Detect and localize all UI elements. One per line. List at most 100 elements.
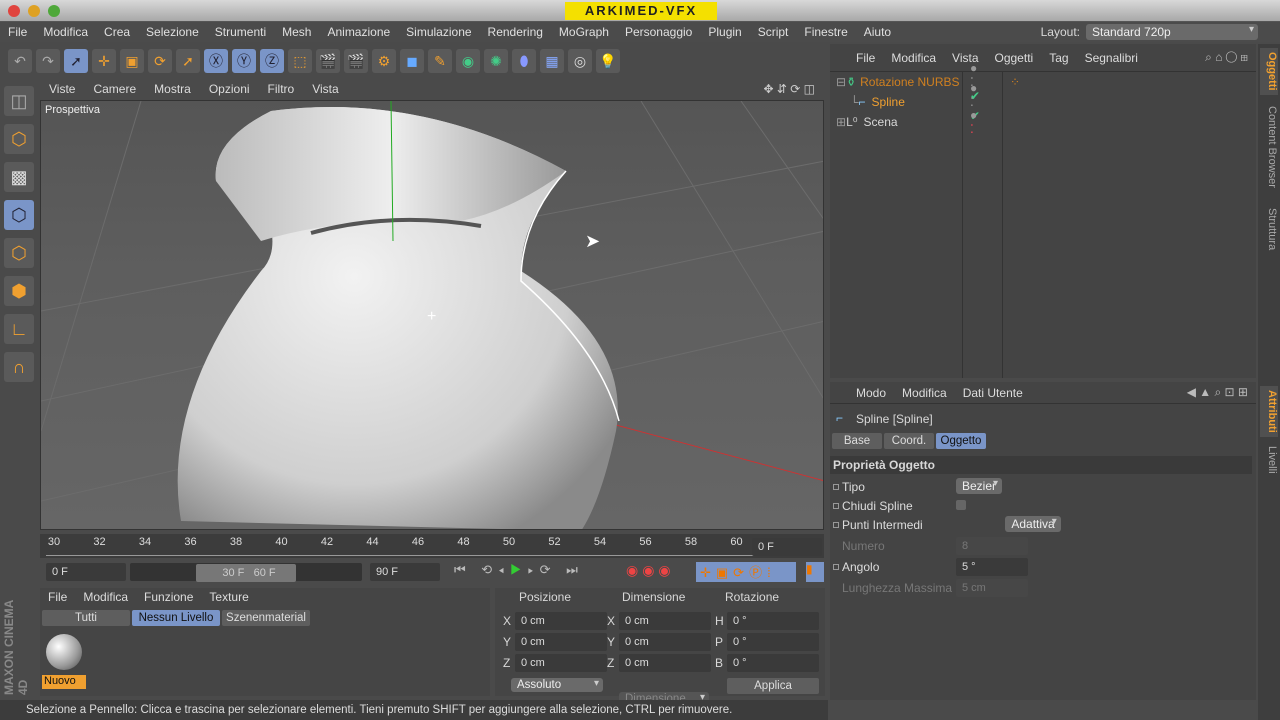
timeline-mode-icon[interactable]: ▮ <box>806 562 824 582</box>
viewport-navigation-icons[interactable]: ✥ ⇵ ⟳ ◫ <box>754 82 824 96</box>
camera-icon[interactable]: ◎ <box>568 49 592 73</box>
array-icon[interactable]: ✺ <box>484 49 508 73</box>
coord-field[interactable]: 0 cm <box>515 654 607 672</box>
cube-icon[interactable]: ◼ <box>400 49 424 73</box>
mat-menu-funzione[interactable]: Funzione <box>136 590 201 604</box>
material-name[interactable]: Nuovo <box>42 675 86 689</box>
obj-menu-tag[interactable]: Tag <box>1041 51 1076 65</box>
scale-icon[interactable]: ▣ <box>120 49 144 73</box>
phong-tag-icon[interactable]: ⁘ <box>1010 75 1020 89</box>
animate-toggle[interactable] <box>833 484 839 490</box>
attr-menu-dati-utente[interactable]: Dati Utente <box>955 386 1031 400</box>
filter-nessun-livello[interactable]: Nessun Livello <box>132 610 220 626</box>
menu-script[interactable]: Script <box>750 25 797 39</box>
make-editable-icon[interactable]: ◫ <box>4 86 34 116</box>
model-mode-icon[interactable]: ⬡ <box>4 124 34 154</box>
tipo-dropdown[interactable]: Bezier <box>956 478 1003 494</box>
obj-menu-vista[interactable]: Vista <box>944 51 986 65</box>
coord-field[interactable]: 0 cm <box>515 612 607 630</box>
minimize-button[interactable] <box>28 5 40 17</box>
current-frame-field[interactable]: 0 F <box>752 538 822 556</box>
menu-simulazione[interactable]: Simulazione <box>398 25 479 39</box>
mat-menu-file[interactable]: File <box>40 590 75 604</box>
viewport-menu-mostra[interactable]: Mostra <box>145 82 200 96</box>
tab-oggetto[interactable]: Oggetto <box>936 433 986 449</box>
axis-mode-icon[interactable]: ∟ <box>4 314 34 344</box>
floor-icon[interactable]: ▦ <box>540 49 564 73</box>
mat-menu-texture[interactable]: Texture <box>201 590 256 604</box>
coord-field[interactable]: 0 cm <box>619 612 711 630</box>
deformer-icon[interactable]: ⬮ <box>512 49 536 73</box>
obj-menu-file[interactable]: File <box>848 51 883 65</box>
nurbs-icon[interactable]: ◉ <box>456 49 480 73</box>
undo-icon[interactable]: ↶ <box>8 49 32 73</box>
coord-field[interactable]: 0 cm <box>515 633 607 651</box>
render-settings-icon[interactable]: ⚙ <box>372 49 396 73</box>
filter-szenenmaterial[interactable]: Szenenmaterial <box>222 610 310 626</box>
snap-magnet-icon[interactable]: ∩ <box>4 352 34 382</box>
attr-menu-modifica[interactable]: Modifica <box>894 386 955 400</box>
mat-menu-modifica[interactable]: Modifica <box>75 590 136 604</box>
side-tab-attributi[interactable]: Attributi <box>1260 386 1278 437</box>
rotate-icon[interactable]: ⟳ <box>148 49 172 73</box>
menu-personaggio[interactable]: Personaggio <box>617 25 700 39</box>
playback-buttons[interactable]: ⏮ ⟲◂▶▸⟳ ⏭ <box>454 562 584 578</box>
viewport-menu-camere[interactable]: Camere <box>84 82 145 96</box>
side-tab-livelli[interactable]: Livelli <box>1260 442 1278 478</box>
side-tab-content-browser[interactable]: Content Browser <box>1260 102 1278 192</box>
object-row-scena[interactable]: ⊞ L⁰ Scena ● ⁚ <box>836 108 977 136</box>
live-selection-icon[interactable]: ➚ <box>64 49 88 73</box>
object-row-rotazione-nurbs[interactable]: ⊟ ⚱ Rotazione NURBS ● ⁚✔ ⁘ <box>836 61 1020 103</box>
filter-tutti[interactable]: Tutti <box>42 610 130 626</box>
attr-nav-icons[interactable]: ◀ ▲ ⌕ ⊡ ⊞ <box>1179 385 1256 400</box>
texture-mode-icon[interactable]: ▩ <box>4 162 34 192</box>
key-type-icons[interactable]: ✛▣⟳Ⓟ⁞ <box>696 562 796 582</box>
range-handle[interactable]: 30 F 60 F <box>196 564 296 582</box>
coord-field[interactable]: 0 cm <box>619 633 711 651</box>
object-row-spline[interactable]: └ ⌐ Spline ● ⁚✔ <box>850 81 980 123</box>
menu-plugin[interactable]: Plugin <box>700 25 749 39</box>
viewport-menu-filtro[interactable]: Filtro <box>259 82 304 96</box>
close-button[interactable] <box>8 5 20 17</box>
material-preview[interactable] <box>46 634 82 670</box>
viewport-menu-opzioni[interactable]: Opzioni <box>200 82 259 96</box>
viewport-menu-viste[interactable]: Viste <box>40 82 84 96</box>
menu-crea[interactable]: Crea <box>96 25 138 39</box>
move-icon[interactable]: ✛ <box>92 49 116 73</box>
attr-menu-modo[interactable]: Modo <box>848 386 894 400</box>
y-axis-icon[interactable]: Ⓨ <box>232 49 256 73</box>
obj-menu-segnalibri[interactable]: Segnalibri <box>1077 51 1146 65</box>
menu-strumenti[interactable]: Strumenti <box>207 25 274 39</box>
coord-field[interactable]: 0 ° <box>727 654 819 672</box>
spline-pen-icon[interactable]: ✎ <box>428 49 452 73</box>
redo-icon[interactable]: ↷ <box>36 49 60 73</box>
layout-dropdown[interactable]: Standard 720p <box>1086 24 1258 40</box>
tab-coord[interactable]: Coord. <box>884 433 934 449</box>
zoom-button[interactable] <box>48 5 60 17</box>
menu-mesh[interactable]: Mesh <box>274 25 319 39</box>
coord-field[interactable]: 0 ° <box>727 633 819 651</box>
end-frame-field[interactable]: 90 F <box>370 563 440 581</box>
last-tool-icon[interactable]: ➚ <box>176 49 200 73</box>
coord-field[interactable]: 0 cm <box>619 654 711 672</box>
animate-toggle[interactable] <box>833 503 839 509</box>
coord-field[interactable]: 0 ° <box>727 612 819 630</box>
z-axis-icon[interactable]: Ⓩ <box>260 49 284 73</box>
menu-selezione[interactable]: Selezione <box>138 25 207 39</box>
visibility-dots[interactable]: ● ⁚ <box>970 108 977 136</box>
light-icon[interactable]: 💡 <box>596 49 620 73</box>
edges-mode-icon[interactable]: ⬡ <box>4 238 34 268</box>
points-mode-icon[interactable]: ⬡ <box>4 200 34 230</box>
punti-intermedi-dropdown[interactable]: Adattiva <box>1005 516 1061 532</box>
menu-file[interactable]: File <box>0 25 35 39</box>
menu-aiuto[interactable]: Aiuto <box>856 25 899 39</box>
angolo-field[interactable]: 5 ° <box>956 558 1028 576</box>
coordinate-system-icon[interactable]: ⬚ <box>288 49 312 73</box>
menu-modifica[interactable]: Modifica <box>35 25 96 39</box>
numero-field[interactable]: 8 <box>956 537 1028 555</box>
polygons-mode-icon[interactable]: ⬢ <box>4 276 34 306</box>
chiudi-spline-checkbox[interactable] <box>956 500 966 510</box>
timeline-ruler[interactable]: 30 32 34 36 38 40 42 44 46 48 50 52 54 56 58 60 <box>40 534 824 558</box>
menu-finestre[interactable]: Finestre <box>796 25 855 39</box>
tab-base[interactable]: Base <box>832 433 882 449</box>
